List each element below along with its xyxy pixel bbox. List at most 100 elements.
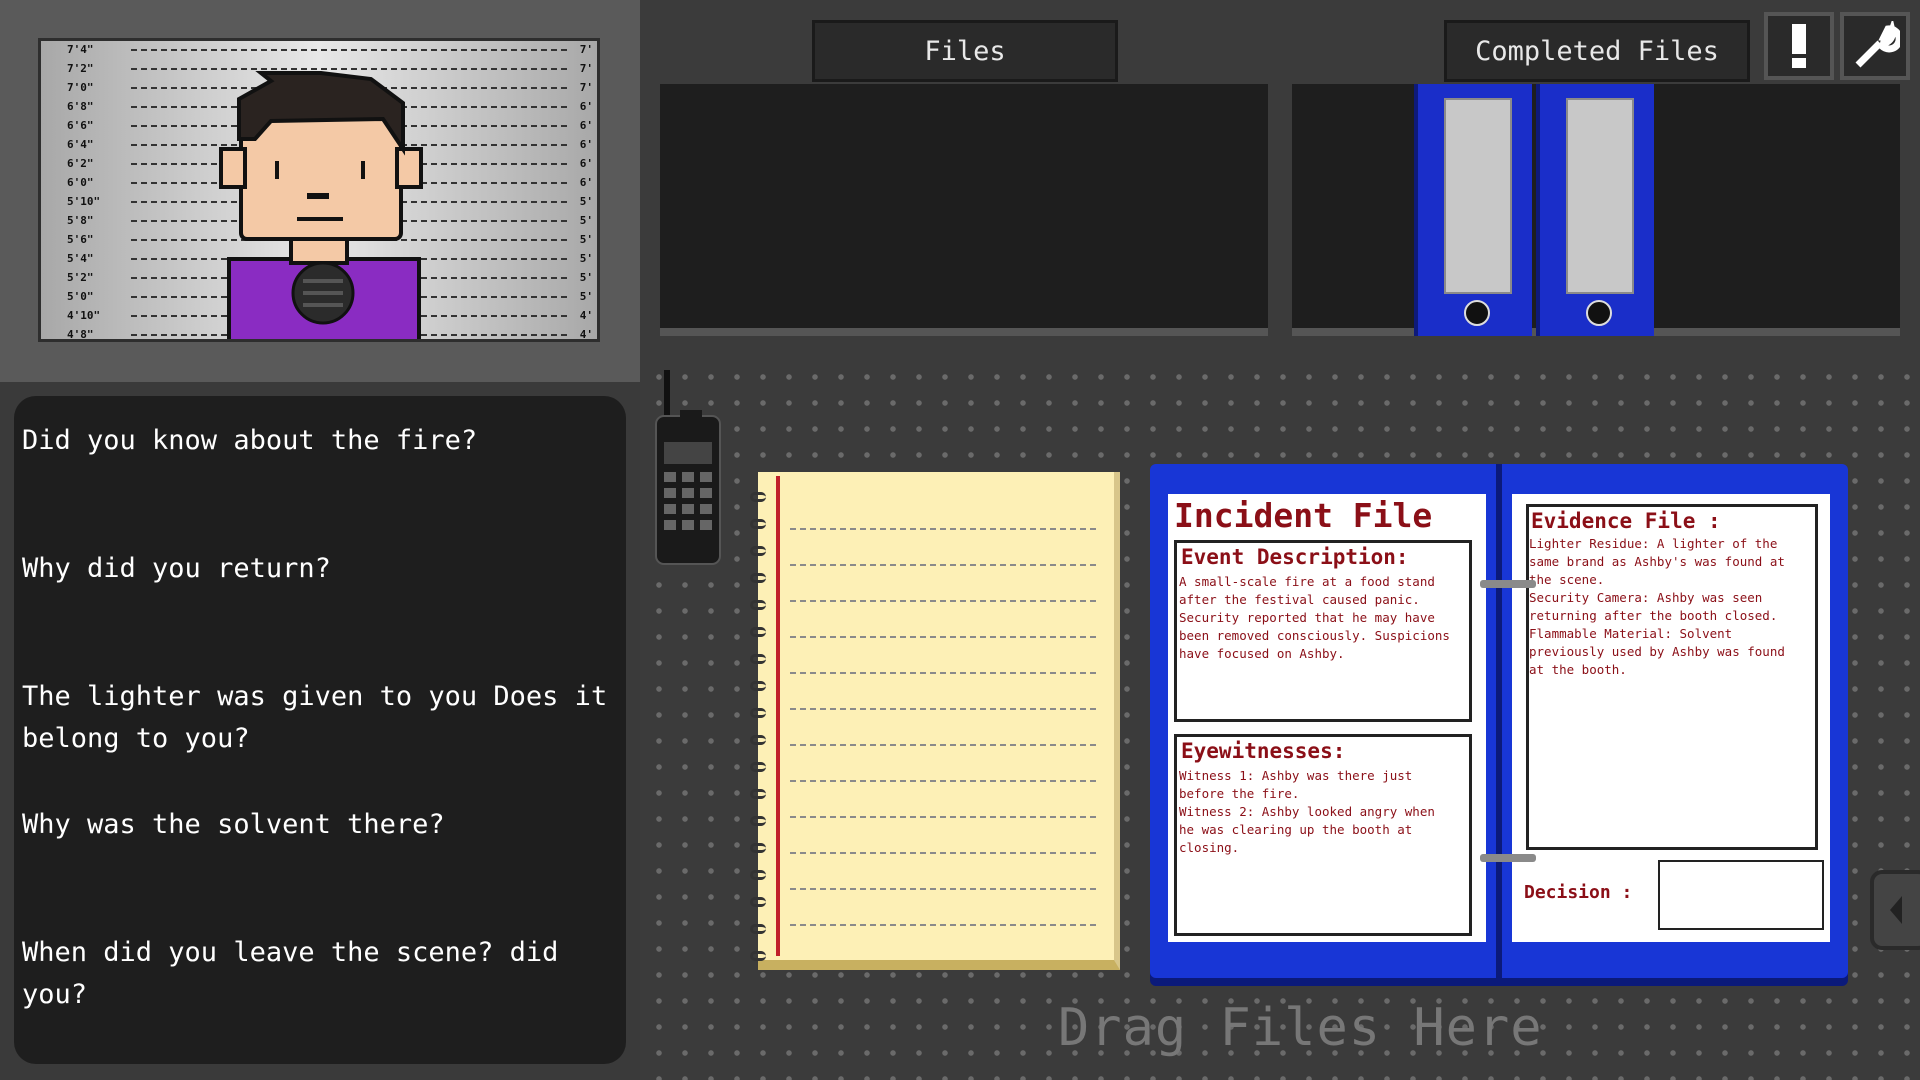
height-label: 6'6": [67, 119, 94, 132]
drop-zone-label[interactable]: Drag Files Here: [1058, 998, 1543, 1058]
height-label: 7'0": [67, 81, 94, 94]
question-fire[interactable]: Did you know about the fire?: [22, 420, 612, 462]
suspect-avatar: [219, 71, 423, 339]
height-label: 5'2": [67, 271, 94, 284]
spiral-ring: [750, 816, 766, 826]
height-label: 7'4": [67, 43, 94, 56]
event-description-box: Event Description: A small-scale fire at…: [1174, 540, 1472, 722]
spiral-ring: [750, 789, 766, 799]
height-line: [131, 49, 567, 51]
note-line: [790, 852, 1096, 854]
height-label: 6'2": [67, 157, 94, 170]
height-label-right: 5': [579, 214, 593, 227]
question-solvent[interactable]: Why was the solvent there?: [22, 804, 612, 846]
height-label: 5'0": [67, 290, 94, 303]
file-shelves: Files Completed Files: [640, 0, 1920, 360]
completed-binder[interactable]: [1414, 84, 1532, 336]
height-label-right: 6': [579, 138, 593, 151]
incident-folder[interactable]: Incident File Event Description: A small…: [1150, 464, 1848, 978]
event-text: A small-scale fire at a food stand after…: [1179, 574, 1450, 661]
tab-files[interactable]: Files: [812, 20, 1118, 82]
height-label-right: 5': [579, 252, 593, 265]
spiral-ring: [750, 735, 766, 745]
height-label: 5'4": [67, 252, 94, 265]
spiral-ring: [750, 519, 766, 529]
height-label-right: 7': [579, 43, 593, 56]
height-label: 4'8": [67, 328, 94, 341]
height-label-right: 7': [579, 81, 593, 94]
height-label-right: 4': [579, 328, 593, 341]
height-label: 6'4": [67, 138, 94, 151]
question-list: Did you know about the fire? Why did you…: [14, 396, 626, 1064]
spiral-ring: [750, 654, 766, 664]
spiral-ring: [750, 897, 766, 907]
spiral-ring: [750, 924, 766, 934]
spiral-ring: [750, 573, 766, 583]
alert-button[interactable]: [1764, 12, 1834, 80]
height-label: 6'8": [67, 100, 94, 113]
question-lighter[interactable]: The lighter was given to you Does it bel…: [22, 676, 612, 760]
evidence-text: Lighter Residue: A lighter of the same b…: [1529, 536, 1785, 677]
height-label-right: 5': [579, 233, 593, 246]
spiral-ring: [750, 492, 766, 502]
decision-label: Decision :: [1524, 882, 1633, 903]
note-line: [790, 708, 1096, 710]
height-label: 4'10": [67, 309, 101, 322]
height-label-right: 6': [579, 157, 593, 170]
height-label: 6'0": [67, 176, 94, 189]
settings-button[interactable]: [1840, 12, 1910, 80]
height-label-right: 5': [579, 290, 593, 303]
chevron-left-icon: [1890, 896, 1902, 924]
height-label-right: 7': [579, 62, 593, 75]
note-line: [790, 924, 1096, 926]
note-line: [790, 672, 1096, 674]
files-shelf[interactable]: [660, 84, 1268, 336]
height-label-right: 6': [579, 176, 593, 189]
eyewitnesses-box: Eyewitnesses: Witness 1: Ashby was there…: [1174, 734, 1472, 936]
incident-page: Incident File Event Description: A small…: [1168, 494, 1486, 942]
side-panel-toggle[interactable]: [1870, 870, 1920, 950]
tab-completed-files[interactable]: Completed Files: [1444, 20, 1750, 82]
note-line: [790, 816, 1096, 818]
decision-field[interactable]: [1658, 860, 1824, 930]
spiral-ring: [750, 762, 766, 772]
spiral-ring: [750, 870, 766, 880]
spiral-ring: [750, 600, 766, 610]
height-label: 5'8": [67, 214, 94, 227]
note-line: [790, 744, 1096, 746]
height-label-right: 5': [579, 195, 593, 208]
spiral-ring: [750, 681, 766, 691]
spiral-ring: [750, 951, 766, 961]
notepad[interactable]: [750, 472, 1120, 970]
height-label: 7'2": [67, 62, 94, 75]
height-label: 5'6": [67, 233, 94, 246]
note-line: [790, 636, 1096, 638]
walkie-talkie-icon[interactable]: [650, 370, 730, 570]
folder-clip: [1480, 580, 1536, 588]
note-line: [790, 528, 1096, 530]
event-heading: Event Description:: [1181, 545, 1409, 569]
note-line: [790, 780, 1096, 782]
question-return[interactable]: Why did you return?: [22, 548, 612, 590]
witness-heading: Eyewitnesses:: [1181, 739, 1346, 763]
height-label-right: 4': [579, 309, 593, 322]
completed-binder[interactable]: [1536, 84, 1654, 336]
evidence-page: Evidence File : Lighter Residue: A light…: [1512, 494, 1830, 942]
note-line: [790, 564, 1096, 566]
spiral-ring: [750, 546, 766, 556]
wrench-icon: [1855, 21, 1900, 68]
suspect-mugshot: 7'4" 7' 7'2" 7' 7'0" 7' 6'8" 6' 6'6" 6' 6'4" 6' 6'2"…: [38, 38, 600, 342]
exclamation-icon: [1792, 24, 1806, 68]
spiral-ring: [750, 708, 766, 718]
folder-clip: [1480, 854, 1536, 862]
spiral-ring: [750, 627, 766, 637]
note-line: [790, 600, 1096, 602]
note-line: [790, 888, 1096, 890]
evidence-heading: Evidence File :: [1531, 509, 1721, 533]
height-label-right: 6': [579, 119, 593, 132]
incident-title: Incident File: [1174, 496, 1433, 535]
height-label-right: 6': [579, 100, 593, 113]
question-leave-scene[interactable]: When did you leave the scene? did you?: [22, 932, 612, 1016]
evidence-box: Evidence File : Lighter Residue: A light…: [1526, 504, 1818, 850]
portrait-panel: 7'4" 7' 7'2" 7' 7'0" 7' 6'8" 6' 6'6" 6' 6'4" 6' 6'2"…: [0, 0, 640, 382]
